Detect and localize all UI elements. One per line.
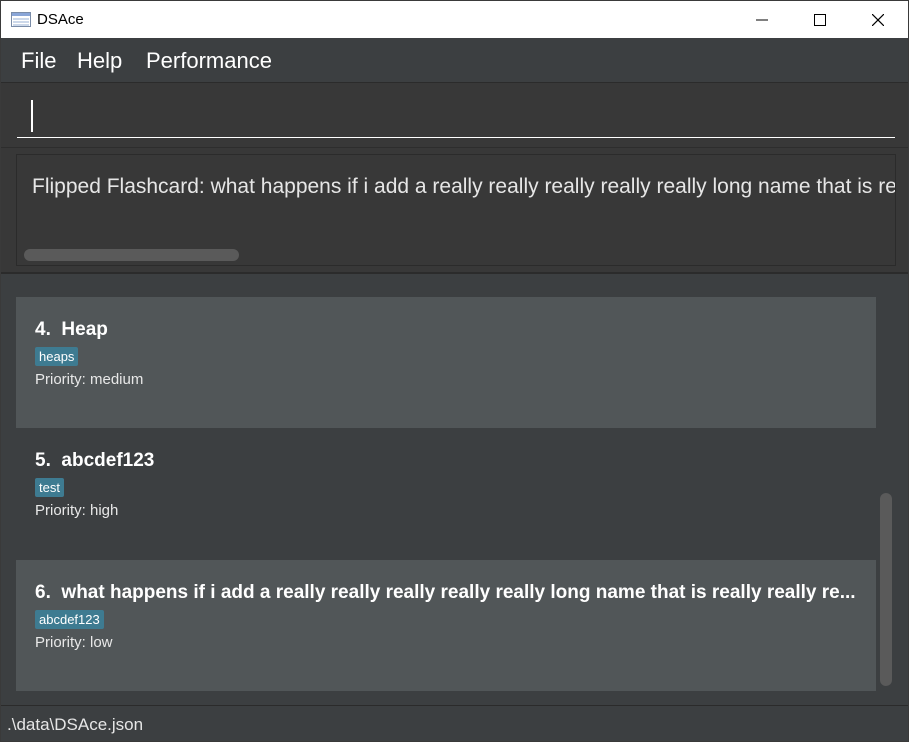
close-button[interactable]	[849, 1, 907, 38]
status-file-path: .\data\DSAce.json	[7, 715, 144, 734]
result-text: Flipped Flashcard: what happens if i add…	[32, 175, 896, 198]
priority-label: Priority: low	[35, 634, 113, 651]
flashcard-item[interactable]: 6. what happens if i add a really really…	[16, 560, 876, 691]
flashcard-name: what happens if i add a really really re…	[61, 582, 856, 603]
menu-bar: File Help Performance	[1, 38, 908, 83]
command-box-area	[1, 83, 908, 148]
title-bar[interactable]: DSAce	[1, 1, 908, 38]
close-icon	[872, 13, 884, 26]
tag-badge: abcdef123	[35, 610, 104, 629]
minimize-icon	[756, 19, 768, 20]
tag-badge: heaps	[35, 347, 79, 366]
app-icon	[11, 12, 31, 27]
flashcard-name: Heap	[61, 319, 108, 340]
flashcard-list-panel: 4. Heap heaps Priority: medium 5. abcdef…	[1, 274, 908, 704]
priority-label: Priority: medium	[35, 371, 144, 388]
flashcard-title: 6. what happens if i add a really really…	[35, 582, 865, 604]
result-display-area: Flipped Flashcard: what happens if i add…	[1, 148, 908, 274]
maximize-button[interactable]	[791, 1, 849, 38]
maximize-icon	[814, 13, 826, 26]
menu-help[interactable]: Help	[77, 48, 122, 74]
minimize-button[interactable]	[733, 1, 791, 38]
text-caret	[31, 100, 33, 132]
flashcard-index: 6.	[35, 582, 51, 603]
menu-file[interactable]: File	[21, 48, 56, 74]
command-input[interactable]	[17, 95, 895, 138]
tag-badge: test	[35, 478, 64, 497]
vertical-scrollbar-thumb[interactable]	[880, 493, 892, 686]
flashcard-title: 4. Heap	[35, 319, 865, 341]
app-window: DSAce File Help Performance Flipped Flas…	[0, 0, 909, 742]
flashcard-name: abcdef123	[61, 450, 155, 471]
flashcard-list[interactable]: 4. Heap heaps Priority: medium 5. abcdef…	[16, 288, 893, 691]
horizontal-scrollbar[interactable]	[24, 249, 239, 261]
flashcard-index: 4.	[35, 319, 51, 340]
priority-label: Priority: high	[35, 502, 119, 519]
window-title: DSAce	[37, 11, 84, 28]
flashcard-title: 5. abcdef123	[35, 450, 865, 472]
menu-performance[interactable]: Performance	[146, 48, 272, 74]
vertical-scrollbar-track[interactable]	[878, 288, 893, 691]
status-bar: .\data\DSAce.json	[1, 705, 908, 741]
flashcard-item[interactable]: 4. Heap heaps Priority: medium	[16, 297, 876, 428]
flashcard-item[interactable]: 5. abcdef123 test Priority: high	[16, 428, 876, 559]
result-display[interactable]: Flipped Flashcard: what happens if i add…	[16, 154, 896, 266]
flashcard-index: 5.	[35, 450, 51, 471]
